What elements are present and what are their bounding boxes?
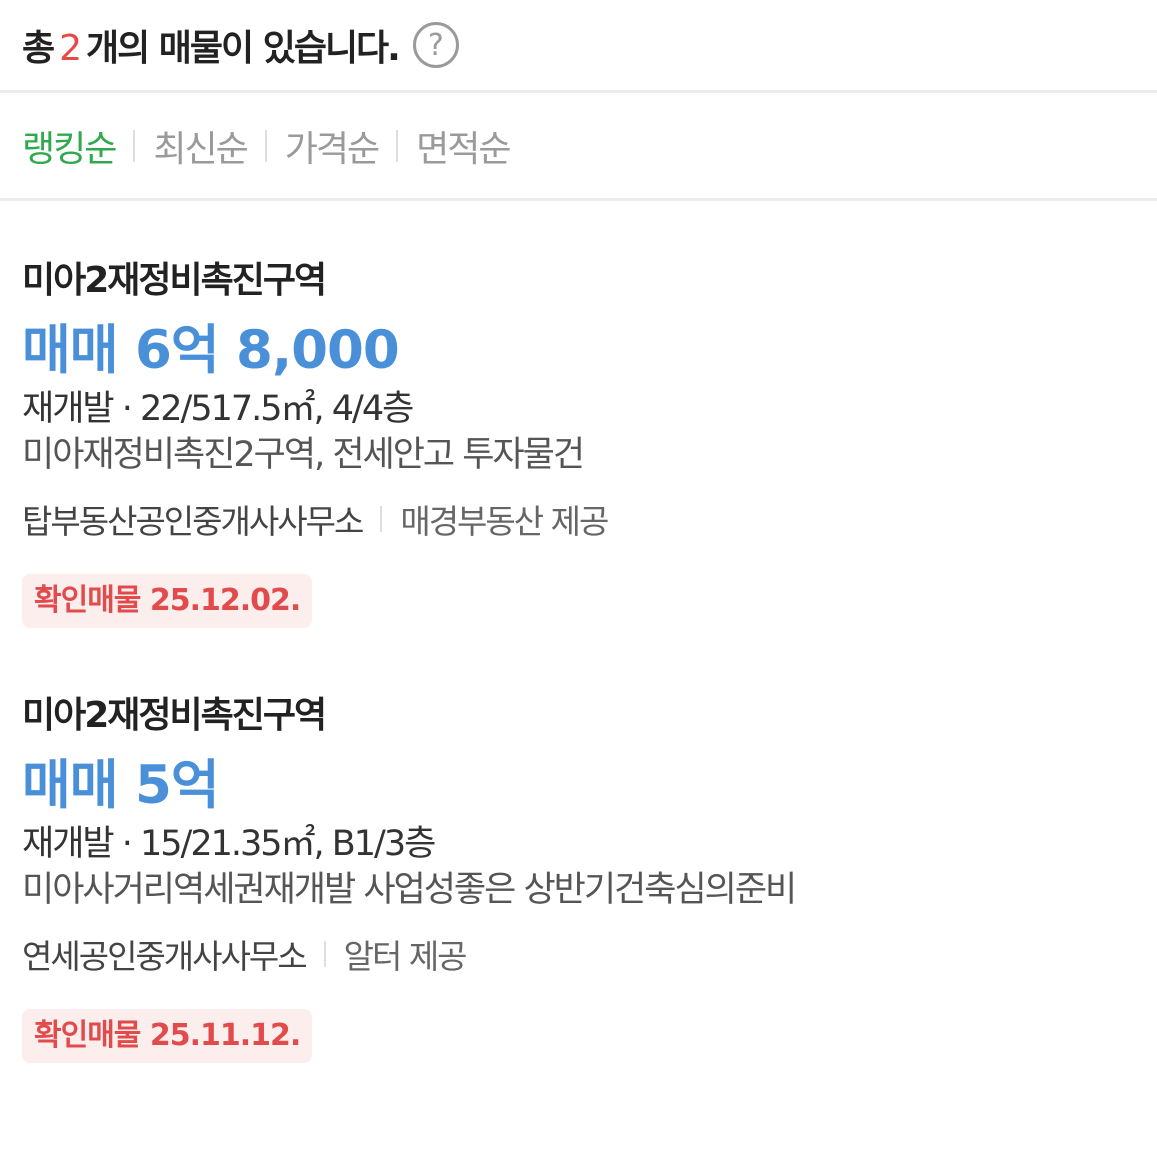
listing-type: 재개발 — [22, 389, 115, 429]
listing-card[interactable]: 미아2재정비촉진구역 매매 6억 8,000 재개발 · 22/517.5㎡, … — [0, 201, 1157, 693]
summary-prefix: 총 — [22, 28, 55, 69]
sort-ranking[interactable]: 랭킹순 — [22, 120, 117, 172]
results-header: 총 2 개의 매물이 있습니다. ? — [0, 0, 1157, 93]
agency-name[interactable]: 연세공인중개사사무소 — [22, 930, 308, 978]
sort-divider — [396, 129, 399, 162]
sort-latest[interactable]: 최신순 — [153, 120, 248, 172]
listing-description: 미아재정비촉진2구역, 전세안고 투자물건 — [22, 435, 585, 475]
complex-name: 미아2재정비촉진구역 — [22, 260, 327, 301]
agency-divider — [380, 506, 383, 532]
listing-type: 재개발 — [22, 824, 115, 864]
sort-divider — [264, 129, 267, 162]
verified-badge: 확인매물 25.12.02. — [22, 574, 313, 628]
agency-line: 탑부동산공인중개사사무소 매경부동산 제공 — [22, 495, 1135, 543]
sort-area[interactable]: 면적순 — [416, 120, 511, 172]
listing-spec-detail: · 22/517.5㎡, 4/4층 — [112, 389, 415, 429]
results-count: 2 — [59, 28, 82, 69]
results-summary: 총 2 개의 매물이 있습니다. — [22, 19, 401, 71]
provider-name: 알터 제공 — [343, 937, 468, 976]
agency-line: 연세공인중개사사무소 알터 제공 — [22, 930, 1135, 978]
listing-spec: 재개발 · 15/21.35㎡, B1/3층 — [22, 821, 1135, 867]
complex-name: 미아2재정비촉진구역 — [22, 695, 327, 736]
sort-divider — [133, 129, 136, 162]
summary-suffix: 개의 매물이 있습니다. — [86, 28, 401, 69]
listing-card[interactable]: 미아2재정비촉진구역 매매 5억 재개발 · 15/21.35㎡, B1/3층 … — [0, 693, 1157, 1063]
listing-price: 매매 6억 8,000 — [22, 320, 400, 381]
sort-price[interactable]: 가격순 — [285, 120, 380, 172]
question-circle-icon[interactable]: ? — [412, 22, 459, 68]
listing-price: 매매 5억 — [22, 755, 220, 816]
listing-spec-detail: · 15/21.35㎡, B1/3층 — [112, 824, 437, 864]
provider-name: 매경부동산 제공 — [400, 502, 609, 541]
agency-name[interactable]: 탑부동산공인중개사사무소 — [22, 495, 364, 543]
listing-spec: 재개발 · 22/517.5㎡, 4/4층 — [22, 386, 1135, 432]
verified-badge: 확인매물 25.11.12. — [22, 1009, 313, 1063]
listing-description: 미아사거리역세권재개발 사업성좋은 상반기건축심의준비 — [22, 870, 797, 910]
sort-tabs: 랭킹순 최신순 가격순 면적순 — [0, 93, 1157, 201]
agency-divider — [323, 941, 326, 967]
